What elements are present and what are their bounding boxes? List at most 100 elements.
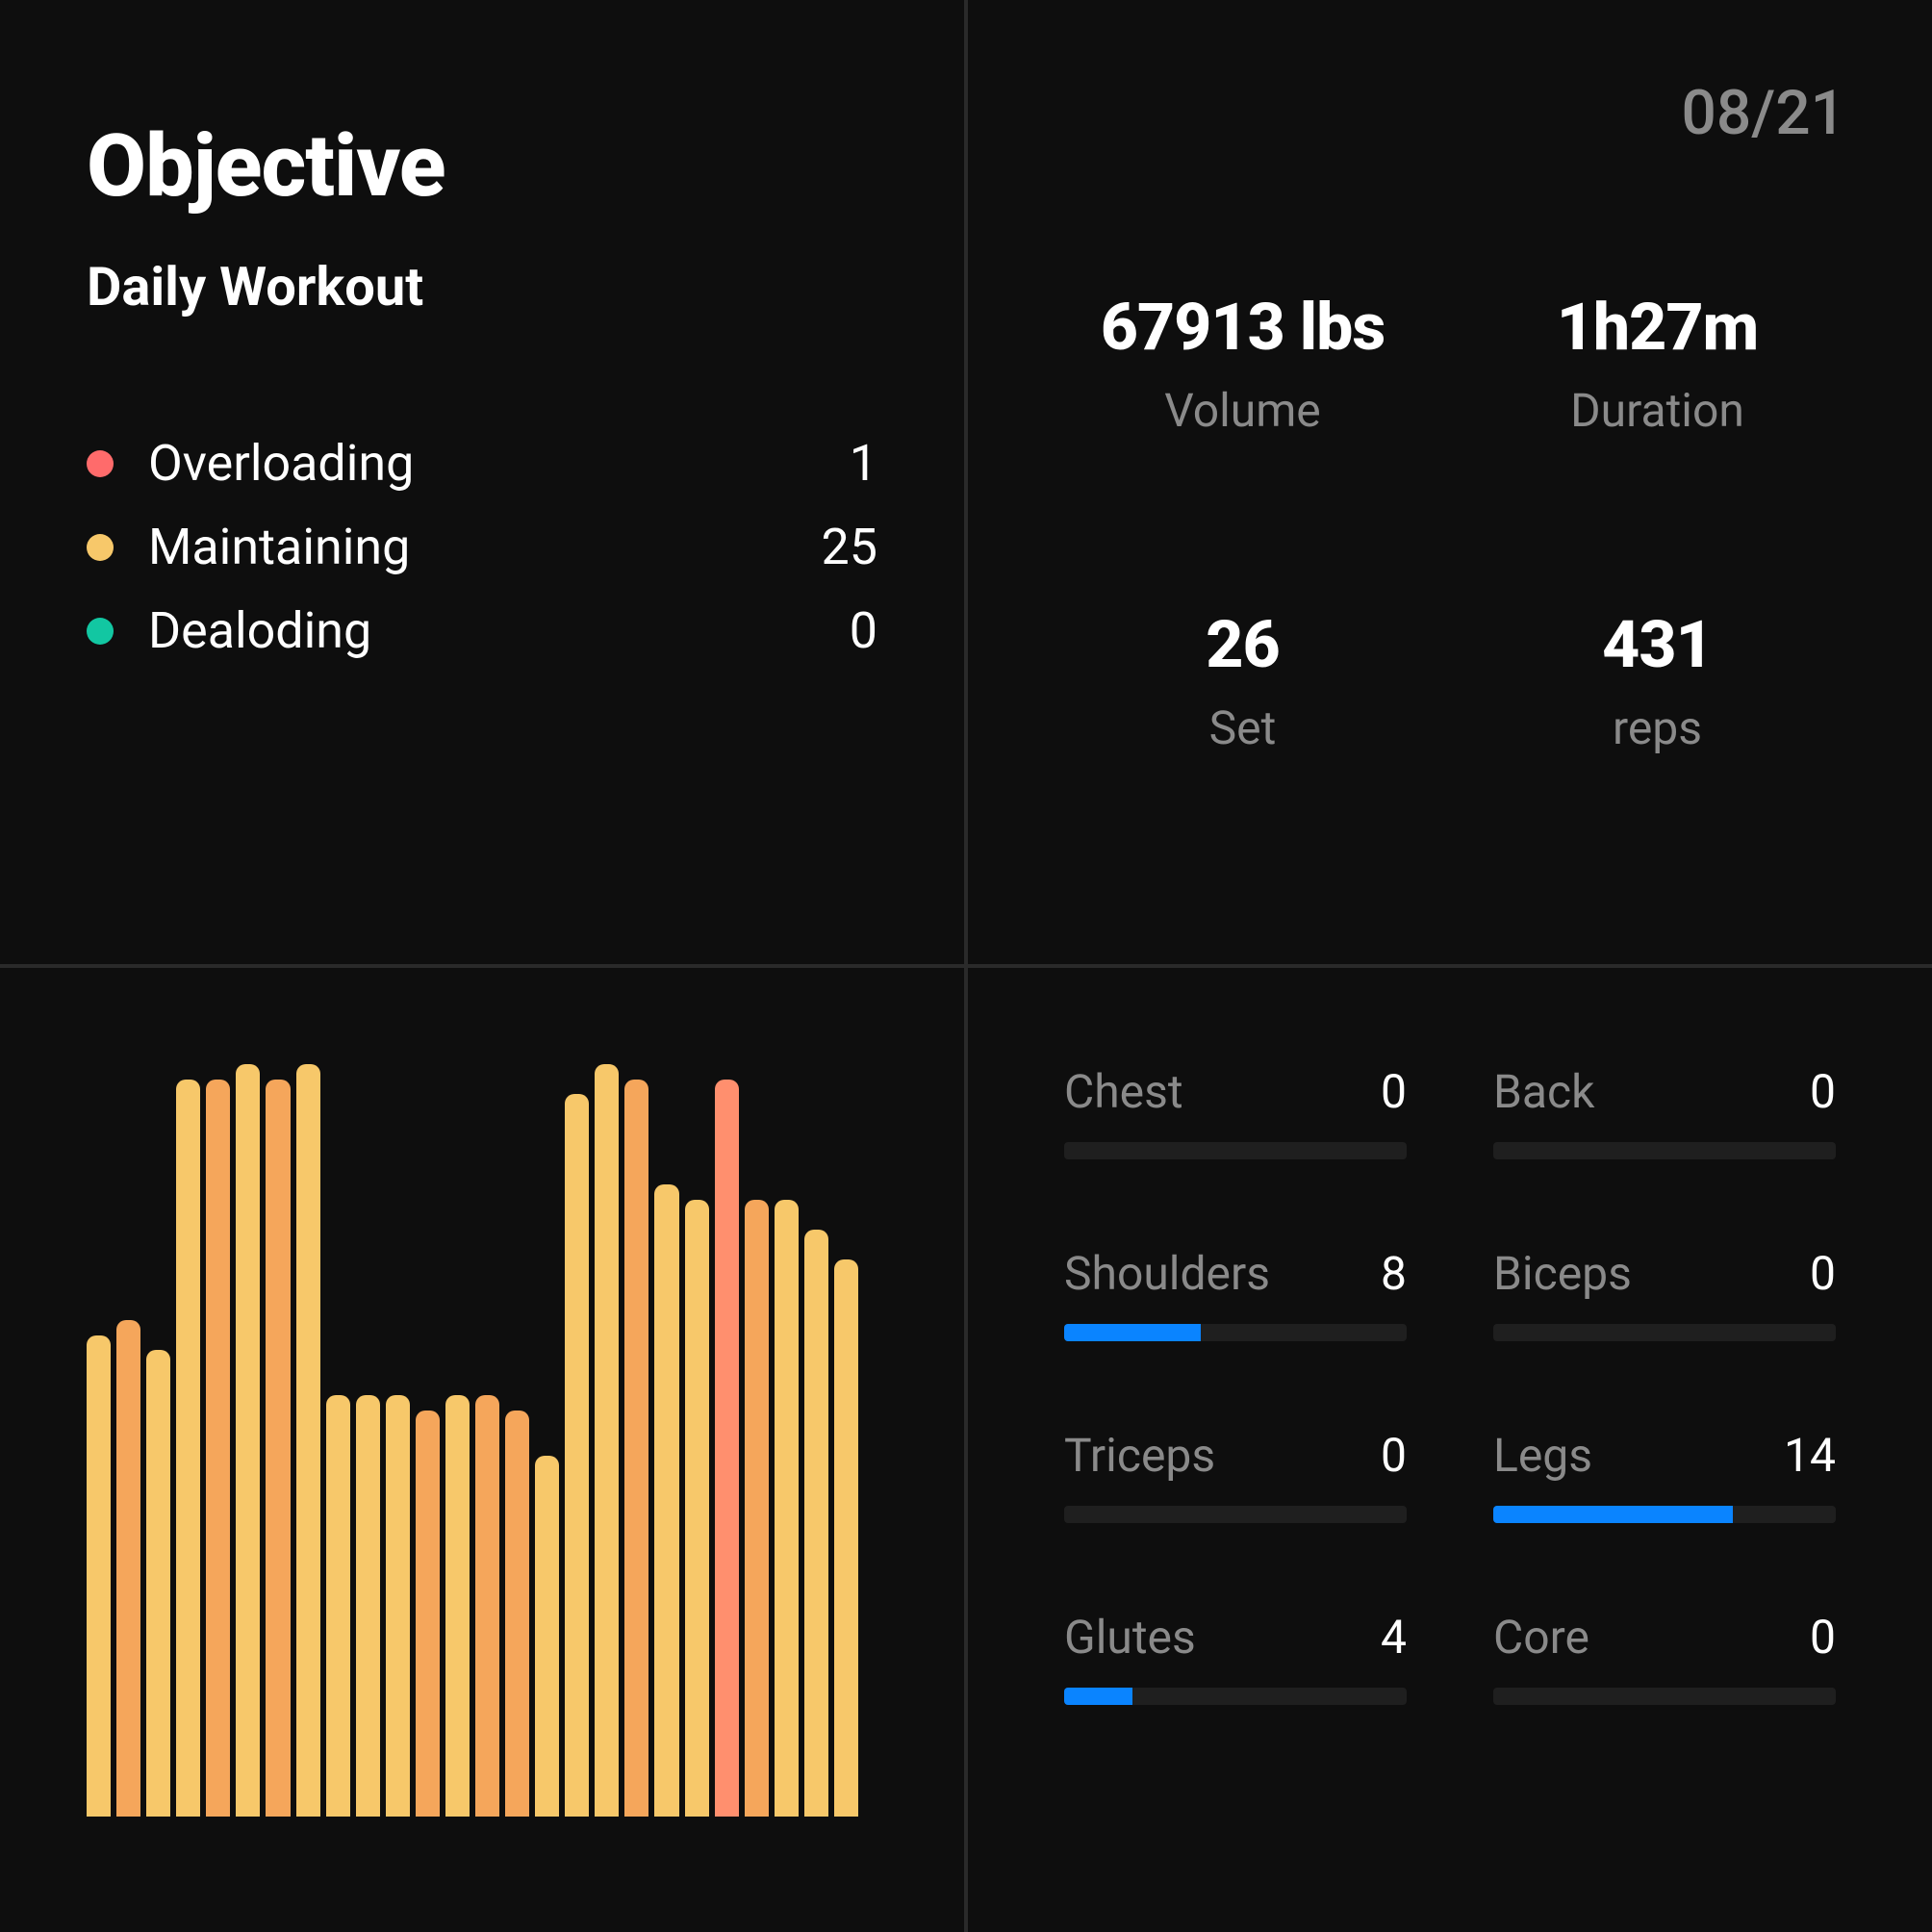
chart-bar [386, 1395, 410, 1817]
muscle-row: Chest 0 [1064, 1064, 1407, 1159]
muscle-row: Back 0 [1493, 1064, 1836, 1159]
muscle-value: 0 [1778, 1064, 1836, 1119]
muscle-value: 14 [1778, 1428, 1836, 1483]
chart-bar [296, 1064, 320, 1817]
muscle-progress-track [1493, 1142, 1836, 1159]
muscle-row: Shoulders8 [1064, 1246, 1407, 1341]
summary-stats-top: 67913 lbs Volume 1h27m Duration [1055, 289, 1845, 438]
muscle-head: Chest 0 [1064, 1064, 1407, 1119]
chart-bar [356, 1395, 380, 1817]
objective-item-label: Maintaining [148, 518, 781, 576]
chart-bar [685, 1200, 709, 1817]
muscle-label: Legs [1493, 1428, 1592, 1483]
objective-item: Dealoding0 [87, 601, 877, 660]
chart-bar [475, 1395, 499, 1817]
muscle-value: 4 [1349, 1610, 1407, 1665]
stat-value: 67913 lbs [1055, 289, 1431, 366]
dot-icon [87, 450, 114, 477]
sets-bar-chart [87, 1064, 858, 1817]
objective-item: Maintaining25 [87, 518, 877, 576]
muscle-label: Core [1493, 1610, 1589, 1665]
stat-value: 431 [1469, 606, 1845, 683]
objective-list: Overloading1Maintaining25Dealoding0 [87, 434, 877, 660]
muscles-grid: Chest 0 Back 0 Shoulders8 Biceps 0 Triceps 0 Legs… [1064, 1064, 1836, 1705]
muscle-head: Triceps 0 [1064, 1428, 1407, 1483]
muscle-head: Core 0 [1493, 1610, 1836, 1665]
chart-bar [834, 1259, 858, 1817]
muscle-row: Core 0 [1493, 1610, 1836, 1705]
stat-sets: 26 Set [1055, 606, 1431, 755]
muscle-progress-track [1064, 1324, 1407, 1341]
chart-bar [116, 1320, 140, 1817]
dot-icon [87, 618, 114, 645]
muscle-label: Triceps [1064, 1428, 1215, 1483]
muscle-label: Glutes [1064, 1610, 1196, 1665]
chart-bar [654, 1184, 678, 1817]
muscle-label: Back [1493, 1064, 1594, 1119]
chart-bar [624, 1080, 648, 1817]
chart-bar [87, 1335, 111, 1817]
objective-item: Overloading1 [87, 434, 877, 493]
objective-item-count: 25 [781, 518, 877, 576]
objective-panel: Objective Daily Workout Overloading1Main… [0, 0, 964, 964]
objective-title: Objective [87, 115, 877, 216]
chart-bar [146, 1350, 170, 1817]
muscle-progress-track [1493, 1324, 1836, 1341]
muscle-progress-track [1493, 1688, 1836, 1705]
muscle-label: Biceps [1493, 1246, 1632, 1301]
muscle-progress-track [1493, 1506, 1836, 1523]
chart-bar [416, 1411, 440, 1817]
stat-volume: 67913 lbs Volume [1055, 289, 1431, 438]
summary-date: 08/21 [1682, 77, 1845, 149]
summary-stats-bottom: 26 Set 431 reps [1055, 606, 1845, 755]
chart-bar [565, 1094, 589, 1817]
muscle-progress-track [1064, 1688, 1407, 1705]
muscle-row: Glutes 4 [1064, 1610, 1407, 1705]
summary-panel: 08/21 67913 lbs Volume 1h27m Duration 26… [968, 0, 1932, 964]
objective-item-label: Overloading [148, 434, 781, 493]
stat-value: 1h27m [1469, 289, 1845, 366]
muscle-row: Legs 14 [1493, 1428, 1836, 1523]
muscle-head: Shoulders8 [1064, 1246, 1407, 1301]
sets-chart-panel [0, 968, 964, 1932]
chart-bar [505, 1411, 529, 1817]
chart-bar [326, 1395, 350, 1817]
muscle-value: 0 [1778, 1610, 1836, 1665]
muscle-head: Legs 14 [1493, 1428, 1836, 1483]
muscles-panel: Chest 0 Back 0 Shoulders8 Biceps 0 Triceps 0 Legs… [968, 968, 1932, 1932]
muscle-value: 0 [1349, 1428, 1407, 1483]
muscle-row: Biceps 0 [1493, 1246, 1836, 1341]
stat-label: Set [1055, 700, 1431, 755]
stat-label: Duration [1469, 383, 1845, 438]
chart-bar [775, 1200, 799, 1817]
muscle-head: Biceps 0 [1493, 1246, 1836, 1301]
stat-reps: 431 reps [1469, 606, 1845, 755]
muscle-value: 0 [1778, 1246, 1836, 1301]
objective-item-count: 0 [781, 601, 877, 660]
chart-bar [535, 1456, 559, 1817]
stat-label: Volume [1055, 383, 1431, 438]
stat-label: reps [1469, 700, 1845, 755]
muscle-head: Back 0 [1493, 1064, 1836, 1119]
chart-bar [595, 1064, 619, 1817]
muscle-progress-fill [1493, 1506, 1733, 1523]
chart-bar [445, 1395, 470, 1817]
chart-bar [236, 1064, 260, 1817]
chart-bar [745, 1200, 769, 1817]
muscle-head: Glutes 4 [1064, 1610, 1407, 1665]
muscle-progress-track [1064, 1506, 1407, 1523]
chart-bar [715, 1080, 739, 1817]
muscle-label: Chest [1064, 1064, 1183, 1119]
objective-subtitle: Daily Workout [87, 255, 877, 318]
muscle-label: Shoulders [1064, 1246, 1270, 1301]
muscle-progress-fill [1064, 1324, 1201, 1341]
chart-bar [266, 1080, 290, 1817]
objective-item-label: Dealoding [148, 601, 781, 660]
chart-bar [176, 1080, 200, 1817]
dashboard-grid: Objective Daily Workout Overloading1Main… [0, 0, 1932, 1932]
muscle-value: 0 [1349, 1064, 1407, 1119]
muscle-row: Triceps 0 [1064, 1428, 1407, 1523]
objective-item-count: 1 [781, 434, 877, 493]
muscle-progress-fill [1064, 1688, 1132, 1705]
chart-bar [804, 1230, 828, 1817]
